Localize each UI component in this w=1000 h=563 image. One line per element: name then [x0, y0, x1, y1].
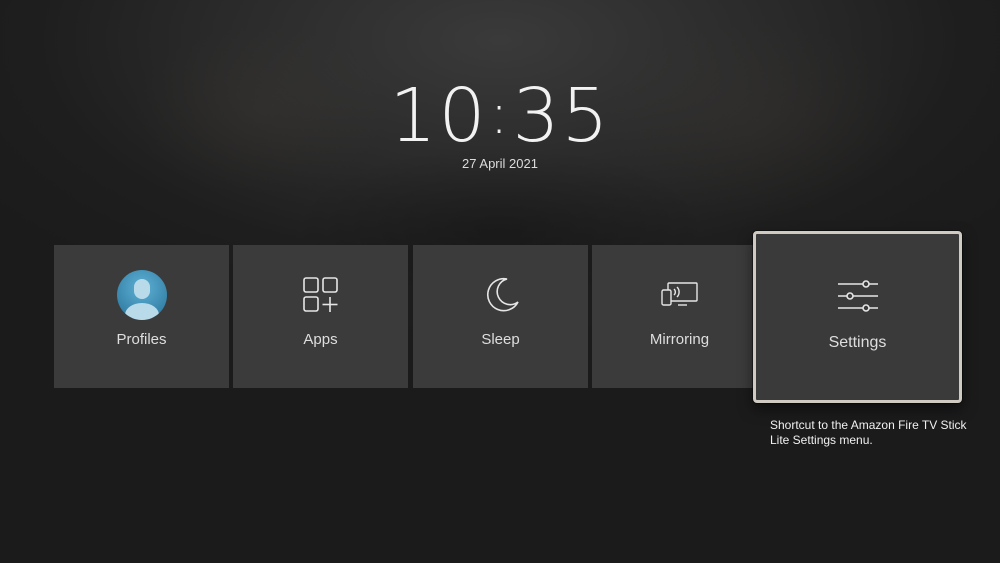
- tile-label-apps: Apps: [303, 331, 338, 348]
- tile-label-settings: Settings: [828, 334, 887, 351]
- tile-label-profiles: Profiles: [116, 331, 167, 348]
- tile-profiles[interactable]: Profiles: [54, 245, 229, 388]
- tile-settings[interactable]: Settings: [753, 231, 962, 403]
- tile-label-mirroring: Mirroring: [649, 331, 710, 348]
- clock-minutes: 35: [512, 73, 611, 159]
- sliders-icon: [756, 270, 959, 322]
- screen-mirroring-icon: [592, 269, 767, 321]
- moon-icon: [413, 269, 588, 321]
- settings-description: Shortcut to the Amazon Fire TV Stick Lit…: [770, 418, 967, 447]
- clock-hours: 10: [389, 73, 488, 159]
- clock-colon: :: [489, 82, 511, 147]
- tile-label-sleep: Sleep: [481, 331, 520, 348]
- tile-mirroring[interactable]: Mirroring: [592, 245, 767, 388]
- apps-grid-icon: [233, 269, 408, 321]
- profile-avatar-icon: [54, 269, 229, 321]
- tile-apps[interactable]: Apps: [233, 245, 408, 388]
- clock-time: 10:35: [0, 74, 1000, 165]
- clock-date: 27 April 2021: [462, 156, 538, 171]
- tile-sleep[interactable]: Sleep: [413, 245, 588, 388]
